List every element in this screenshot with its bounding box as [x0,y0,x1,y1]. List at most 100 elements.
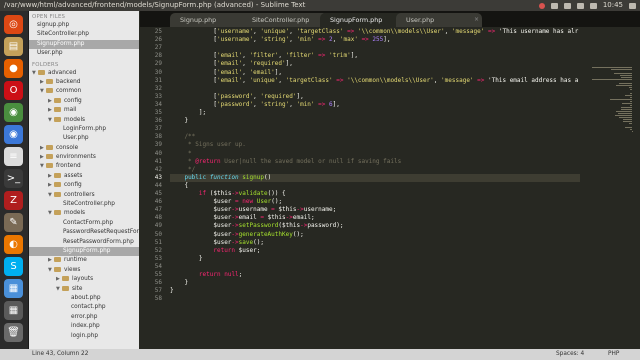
terminal-icon[interactable]: >_ [4,169,23,188]
folder-item[interactable]: ▼ models [29,209,139,218]
code-line[interactable]: $user = new User(); [170,198,282,205]
file-item[interactable]: PasswordResetRequestForm [29,228,139,237]
code-line[interactable]: ['username', 'unique', 'targetClass' => … [170,28,578,35]
skype-icon[interactable]: S [4,257,23,276]
line-number: 26 [154,36,162,44]
text-editor-icon[interactable]: ≡ [4,147,23,166]
code-line[interactable]: $user->save(); [170,239,264,246]
clock[interactable]: 10:45 [603,0,623,11]
open-file-item[interactable]: SiteController.php [29,30,139,39]
folder-item[interactable]: ▶ config [29,181,139,190]
code-line[interactable]: * @return User|null the saved model or n… [170,158,401,165]
code-line[interactable]: $user->email = $this->email; [170,214,314,221]
file-item[interactable]: ResetPasswordForm.php [29,238,139,247]
tree-item-label: contact.php [71,304,106,311]
volume-icon[interactable] [589,2,597,9]
code-line[interactable]: } [170,255,203,262]
chrome-icon[interactable]: ◉ [4,103,23,122]
app-icon[interactable]: ▦ [4,279,23,298]
folder-item[interactable]: ▼ models [29,116,139,125]
code-line[interactable]: ['email', 'filter', 'filter' => 'trim'], [170,52,358,59]
code-line[interactable]: ['password', 'string', 'min' => 6], [170,101,340,108]
folder-item[interactable]: ▼ controllers [29,191,139,200]
open-file-label: signup.php [37,22,70,28]
syntax-setting[interactable]: PHP [608,349,619,360]
folder-icon [54,191,61,197]
code-line[interactable]: $user->generateAuthKey(); [170,231,303,238]
line-number: 25 [154,28,162,35]
code-line[interactable]: return $user; [170,247,260,254]
chromium-icon[interactable]: ◉ [4,125,23,144]
code-line[interactable]: ['password', 'required'], [170,93,303,100]
code-line[interactable]: ]; [170,109,206,116]
folder-item[interactable]: ▶ layouts [29,275,139,284]
folder-item[interactable]: ▶ runtime [29,256,139,265]
folder-item[interactable]: ▶ backend [29,78,139,87]
indentation-setting[interactable]: Spaces: 4 [556,349,584,360]
code-line[interactable]: * [170,150,192,157]
trash-icon[interactable]: 🗑 [4,323,23,342]
file-item[interactable]: index.php [29,322,139,331]
open-file-item[interactable]: signup.php [29,21,139,30]
file-item[interactable]: SiteController.php [29,200,139,209]
folder-item[interactable]: ▼ views [29,266,139,275]
power-icon[interactable] [629,2,636,9]
folder-item[interactable]: ▼ common [29,87,139,96]
code-line[interactable]: { [170,182,188,189]
mail-icon[interactable] [576,2,584,9]
tree-item-label: views [64,266,81,273]
code-line[interactable]: ['email', 'unique', 'targetClass' => '\\… [170,77,578,84]
code-line[interactable]: $user->setPassword($this->password); [170,222,343,229]
folder-icon[interactable]: ▤ [4,37,23,56]
minimap[interactable] [580,27,640,349]
opera-icon[interactable]: O [4,81,23,100]
notification-icon[interactable] [538,2,545,9]
blender-icon[interactable]: ◐ [4,235,23,254]
code-line[interactable]: if ($this->validate()) { [170,190,286,197]
folder-item[interactable]: ▼ frontend [29,162,139,171]
firefox-icon[interactable]: ● [4,59,23,78]
file-item[interactable]: LoginForm.php [29,125,139,134]
code-line[interactable]: } [170,287,174,294]
workspace-icon[interactable]: ▦ [4,301,23,320]
open-file-item[interactable]: User.php [29,49,139,58]
file-item[interactable]: User.php [29,134,139,143]
code-line[interactable]: } [170,117,188,124]
ubuntu-icon[interactable]: ◎ [4,15,23,34]
code-line[interactable]: ['username', 'string', 'min' => 2, 'max'… [170,36,390,43]
file-item[interactable]: ContactForm.php [29,219,139,228]
close-icon[interactable]: × [474,13,479,27]
folder-item[interactable]: ▶ console [29,144,139,153]
file-item[interactable]: error.php [29,313,139,322]
file-item[interactable]: SignupForm.php [29,246,139,257]
folder-item[interactable]: ▼ advanced [29,69,139,78]
code-line[interactable]: return null; [170,271,242,278]
file-item[interactable]: contact.php [29,303,139,312]
top-panel: /var/www/html/advanced/frontend/models/S… [0,0,640,11]
code-line[interactable]: * Signs user up. [170,141,246,148]
code-line[interactable]: } [170,279,188,286]
tab-user-php[interactable]: User.php × [396,13,482,27]
keyboard-icon[interactable] [563,2,571,9]
folder-item[interactable]: ▼ site [29,285,139,294]
folder-item[interactable]: ▶ assets [29,172,139,181]
code-line[interactable]: $user->username = $this->username; [170,206,336,213]
gimp-icon[interactable]: ✎ [4,213,23,232]
code-line[interactable]: ['email', 'required'], [170,60,293,67]
folder-item[interactable]: ▶ mail [29,106,139,115]
code-editor[interactable]: 25 26 27 28 29 30 31 32 33 34 35 36 37 38 39 40 41 42 43 44… [140,27,640,349]
network-icon[interactable] [550,2,558,9]
code-line[interactable]: public function signup() [170,174,271,181]
file-item[interactable]: about.php [29,294,139,303]
tab-signupform-php[interactable]: SignupForm.php× [320,13,406,27]
folder-item[interactable]: ▶ environments [29,153,139,162]
open-file-item[interactable]: SignupForm.php [29,39,139,50]
folder-icon [54,257,61,263]
file-item[interactable]: login.php [29,332,139,341]
tab-sitecontroller-php[interactable]: SiteController.php× [242,13,328,27]
code-line[interactable]: */ [170,166,195,173]
filezilla-icon[interactable]: Z [4,191,23,210]
code-line[interactable]: ['email', 'email'], [170,69,282,76]
folder-item[interactable]: ▶ config [29,97,139,106]
code-line[interactable]: /** [170,133,195,140]
